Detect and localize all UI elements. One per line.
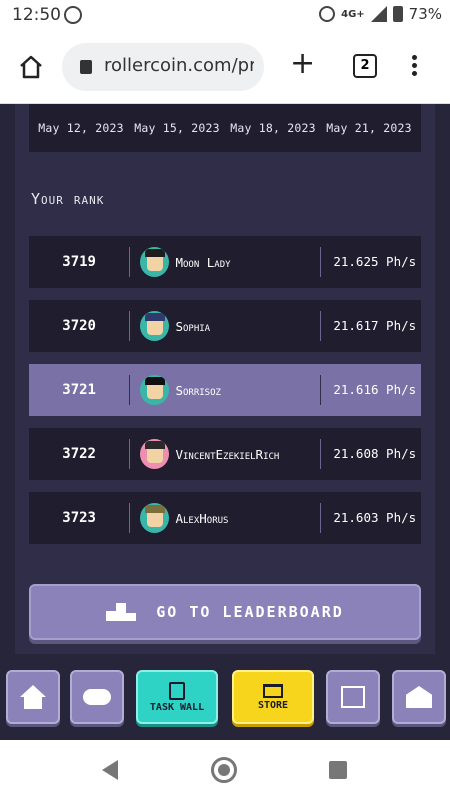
url-bar[interactable]: rollercoin.com/pr xyxy=(62,43,264,91)
player-name: Sorrisoz xyxy=(175,382,221,398)
status-time: 12:50 xyxy=(12,5,61,25)
cart-icon xyxy=(263,683,283,698)
player-name: VincentEzekielRich xyxy=(175,446,280,462)
nav-task-wall-button[interactable]: TASK WALL xyxy=(136,670,218,724)
nav-games-button[interactable] xyxy=(70,670,124,724)
avatar xyxy=(140,503,170,533)
avatar xyxy=(140,311,170,341)
rank-number: 3723 xyxy=(29,503,131,533)
nav-room-button[interactable] xyxy=(392,670,446,724)
tab-switcher-button[interactable]: 2 xyxy=(353,54,377,78)
player-name: Moon Lady xyxy=(175,254,231,270)
recent-apps-icon[interactable] xyxy=(329,761,347,779)
battery-icon xyxy=(392,6,403,22)
player-name: Sophia xyxy=(175,318,211,334)
gamepad-icon xyxy=(83,689,111,705)
rank-row: 3723 AlexHorus 21.603 Ph/s xyxy=(29,492,421,544)
avatar xyxy=(140,375,170,405)
player-power: 21.616 Ph/s xyxy=(319,375,421,405)
go-to-leaderboard-button[interactable]: GO TO LEADERBOARD xyxy=(29,584,421,640)
battery-level: 73% xyxy=(408,5,442,23)
avatar xyxy=(140,247,170,277)
clipboard-icon xyxy=(169,681,185,700)
shop-icon xyxy=(341,686,365,708)
nav-marketplace-button[interactable] xyxy=(326,670,380,724)
rank-row: 3719 Moon Lady 21.625 Ph/s xyxy=(29,236,421,288)
task-wall-label: TASK WALL xyxy=(149,701,205,713)
rank-row-current-user: 3721 Sorrisoz 21.616 Ph/s xyxy=(29,364,421,416)
axis-date: May 18, 2023 xyxy=(230,121,316,135)
player-name: AlexHorus xyxy=(175,510,229,526)
lock-icon xyxy=(80,60,92,74)
player-power: 21.603 Ph/s xyxy=(319,503,421,533)
store-label: STORE xyxy=(257,699,289,711)
whatsapp-icon xyxy=(64,6,82,24)
url-text: rollercoin.com/pr xyxy=(104,55,254,76)
garage-icon xyxy=(406,686,432,708)
axis-date: May 15, 2023 xyxy=(134,121,220,135)
axis-date: May 21, 2023 xyxy=(326,121,412,135)
rank-row: 3722 VincentEzekielRich 21.608 Ph/s xyxy=(29,428,421,480)
page-content: May 12, 2023 May 15, 2023 May 18, 2023 M… xyxy=(0,104,450,654)
rank-number: 3722 xyxy=(29,439,131,469)
system-nav-bar xyxy=(0,740,450,800)
signal-icon xyxy=(370,6,387,22)
axis-date: May 12, 2023 xyxy=(38,121,124,135)
alarm-icon xyxy=(319,6,336,22)
player-power: 21.625 Ph/s xyxy=(319,247,421,277)
app-bottom-nav: TASK WALL STORE xyxy=(0,654,450,740)
nav-home-button[interactable] xyxy=(6,670,60,724)
status-icons: 4G+ 73% xyxy=(319,5,442,23)
avatar xyxy=(140,439,170,469)
rank-title: Your rank xyxy=(31,190,105,208)
podium-icon xyxy=(106,603,137,621)
leaderboard-button-label: GO TO LEADERBOARD xyxy=(156,603,344,621)
new-tab-button[interactable]: + xyxy=(290,49,315,79)
status-bar: 12:50 4G+ 73% xyxy=(0,0,450,32)
network-type: 4G+ xyxy=(341,8,365,20)
rank-number: 3719 xyxy=(29,247,131,277)
system-home-icon[interactable] xyxy=(211,757,237,783)
rank-number: 3721 xyxy=(29,375,131,405)
rank-row: 3720 Sophia 21.617 Ph/s xyxy=(29,300,421,352)
home-icon xyxy=(20,685,46,709)
nav-store-button[interactable]: STORE xyxy=(232,670,314,724)
browser-toolbar: rollercoin.com/pr + 2 xyxy=(0,32,450,104)
back-icon[interactable] xyxy=(102,760,118,780)
player-power: 21.617 Ph/s xyxy=(319,311,421,341)
home-icon[interactable] xyxy=(18,54,44,80)
rank-number: 3720 xyxy=(29,311,131,341)
more-menu-icon[interactable] xyxy=(406,52,422,82)
stats-panel: May 12, 2023 May 15, 2023 May 18, 2023 M… xyxy=(15,104,435,654)
player-power: 21.608 Ph/s xyxy=(319,439,421,469)
chart-x-axis: May 12, 2023 May 15, 2023 May 18, 2023 M… xyxy=(29,104,421,152)
